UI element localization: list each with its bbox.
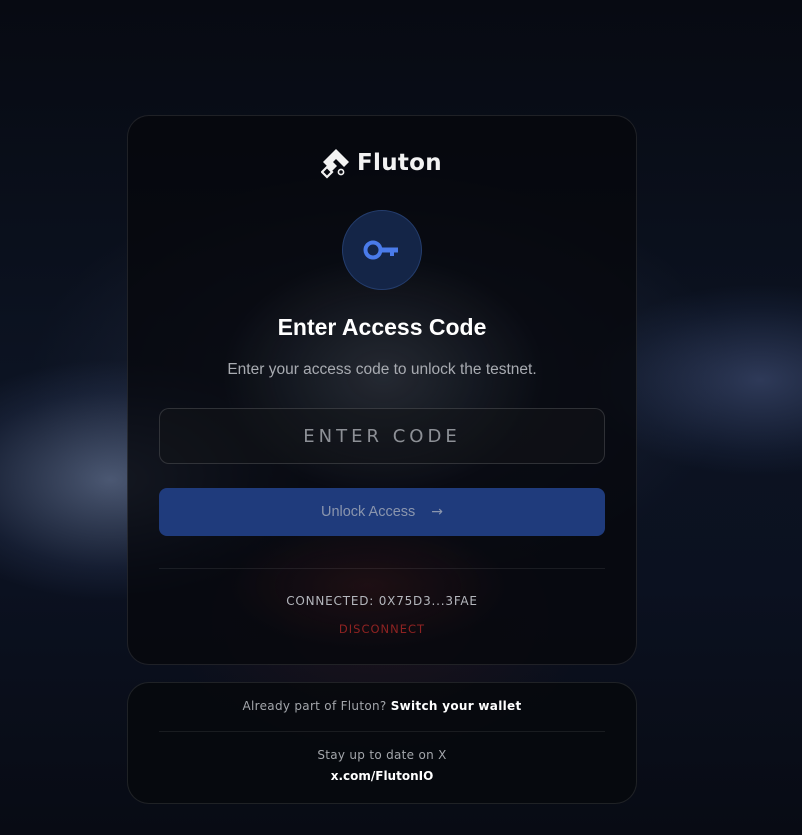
arrow-right-icon: → bbox=[431, 504, 444, 520]
x-link-row: x.com/FlutonIO bbox=[127, 769, 637, 783]
disconnect-row: DISCONNECT bbox=[127, 622, 637, 636]
brand-logo: Fluton bbox=[321, 146, 445, 180]
connected-wallet-address: CONNECTED: 0X75D3...3FAE bbox=[286, 594, 478, 608]
access-code-input[interactable] bbox=[159, 408, 605, 464]
access-card bbox=[127, 115, 637, 665]
page-title: Enter Access Code bbox=[277, 314, 487, 340]
already-member-label: Already part of Fluton? bbox=[242, 699, 387, 713]
brand-name: Fluton bbox=[357, 150, 442, 176]
disconnect-button[interactable]: DISCONNECT bbox=[339, 622, 425, 636]
footer-divider bbox=[159, 731, 605, 732]
stay-updated-text: Stay up to date on X bbox=[317, 748, 447, 762]
key-icon-badge bbox=[342, 210, 422, 290]
already-member-text: Already part of Fluton? Switch your wall… bbox=[127, 699, 637, 713]
unlock-access-button[interactable]: Unlock Access → bbox=[159, 488, 605, 536]
x-profile-link[interactable]: x.com/FlutonIO bbox=[331, 769, 434, 783]
divider bbox=[159, 568, 605, 569]
fluton-logo-icon bbox=[321, 147, 351, 179]
switch-wallet-link[interactable]: Switch your wallet bbox=[391, 699, 522, 713]
unlock-access-label: Unlock Access bbox=[320, 504, 416, 520]
key-icon bbox=[363, 239, 401, 261]
page-subtitle: Enter your access code to unlock the tes… bbox=[227, 361, 537, 378]
